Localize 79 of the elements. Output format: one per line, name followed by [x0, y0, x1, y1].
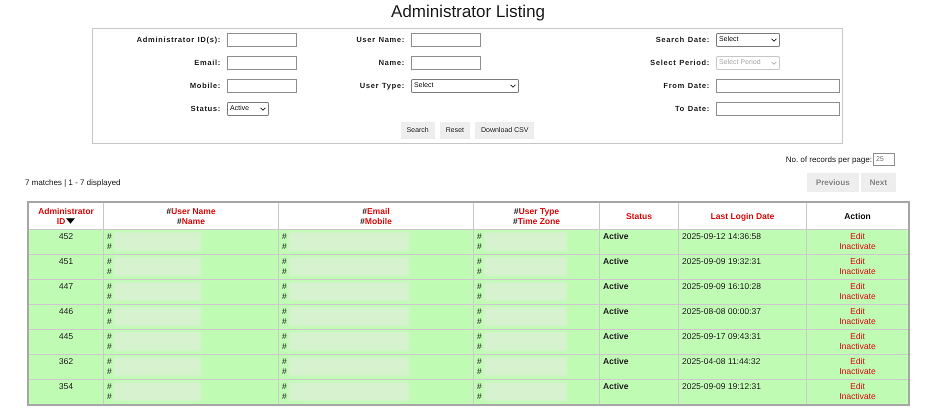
table-cell: # # [278, 354, 474, 380]
action-link[interactable]: Inactivate [839, 266, 876, 276]
action-link[interactable]: Edit [850, 306, 865, 316]
table-cell: # # [104, 380, 278, 405]
table-cell: # # [474, 230, 600, 254]
table-cell: # # [474, 330, 600, 354]
column-header[interactable]: Last Login Date [678, 202, 806, 230]
chevron-icon [771, 38, 777, 42]
chevron-icon [510, 84, 516, 88]
table-cell: # # [278, 280, 474, 304]
page-title: Administrator Listing [390, 2, 545, 22]
table-cell: Active [600, 330, 678, 354]
action-link[interactable]: Inactivate [839, 366, 876, 376]
table-cell: Active [600, 304, 678, 330]
table-cell: 354 [28, 380, 104, 405]
table-cell: # # [278, 380, 474, 405]
table-cell: 451 [28, 254, 104, 280]
table-cell: # # [474, 304, 600, 330]
column-header[interactable]: #User Name #Name [104, 202, 278, 230]
pager-button[interactable]: Next [860, 173, 896, 192]
table-cell: # # [104, 330, 278, 354]
column-header[interactable]: Status [600, 202, 678, 230]
date-field[interactable] [716, 78, 840, 92]
table-cell: 452 [28, 230, 104, 254]
table-cell: 2025-04-08 11:44:32 [678, 354, 806, 380]
column-header[interactable]: Administrator ID [28, 202, 104, 230]
table-cell: 2025-09-09 16:10:28 [678, 280, 806, 304]
table-cell: # # [474, 380, 600, 405]
action-link[interactable]: Edit [850, 356, 865, 366]
table-cell: 2025-09-09 19:12:31 [678, 380, 806, 405]
input-field[interactable] [227, 56, 297, 70]
table-cell: Active [600, 280, 678, 304]
input-field[interactable] [411, 32, 481, 46]
column-header[interactable]: #Email #Mobile [278, 202, 474, 230]
action-link[interactable]: Edit [850, 231, 865, 241]
table-cell: Active [600, 380, 678, 405]
action-link[interactable]: Inactivate [839, 391, 876, 401]
action-link[interactable]: Inactivate [839, 291, 876, 301]
input-field[interactable] [411, 56, 481, 70]
records-per-page-label: No. of records per page: [786, 155, 872, 164]
input-field[interactable] [227, 32, 297, 46]
action-link[interactable]: Edit [850, 331, 865, 341]
table-cell: 2025-09-12 14:36:58 [678, 230, 806, 254]
table-cell: Active [600, 354, 678, 380]
results-summary: 7 matches | 1 - 7 displayed [25, 178, 120, 187]
input-field[interactable] [227, 78, 297, 92]
table-cell: # # [104, 230, 278, 254]
chevron-icon [771, 60, 777, 64]
action-link[interactable]: Edit [850, 381, 865, 391]
column-header: Action [806, 202, 909, 230]
table-cell: 2025-08-08 00:00:37 [678, 304, 806, 330]
table-cell: # # [278, 230, 474, 254]
action-link[interactable]: Edit [850, 256, 865, 266]
action-link[interactable]: Edit [850, 281, 865, 291]
table-cell: # # [474, 254, 600, 280]
table-cell: # # [278, 254, 474, 280]
action-link[interactable]: Inactivate [839, 316, 876, 326]
table-cell: # # [104, 354, 278, 380]
table-cell: # # [104, 254, 278, 280]
table-cell: # # [474, 280, 600, 304]
table-cell: # # [104, 304, 278, 330]
table-cell: # # [474, 354, 600, 380]
table-cell: 446 [28, 304, 104, 330]
chevron-icon [260, 106, 266, 110]
action-link[interactable]: Inactivate [839, 341, 876, 351]
action-link[interactable]: Inactivate [839, 241, 876, 251]
table-cell: # # [278, 304, 474, 330]
table-cell: 445 [28, 330, 104, 354]
table-cell: Active [600, 230, 678, 254]
table-cell: 2025-09-09 19:32:31 [678, 254, 806, 280]
table-cell: # # [278, 330, 474, 354]
table-cell: # # [104, 280, 278, 304]
table-cell: 2025-09-17 09:43:31 [678, 330, 806, 354]
pager-button[interactable]: Previous [806, 173, 859, 192]
column-header[interactable]: #User Type #Time Zone [474, 202, 600, 230]
table-cell: Active [600, 254, 678, 280]
table-cell: 362 [28, 354, 104, 380]
date-field[interactable] [716, 102, 840, 116]
table-cell: 447 [28, 280, 104, 304]
